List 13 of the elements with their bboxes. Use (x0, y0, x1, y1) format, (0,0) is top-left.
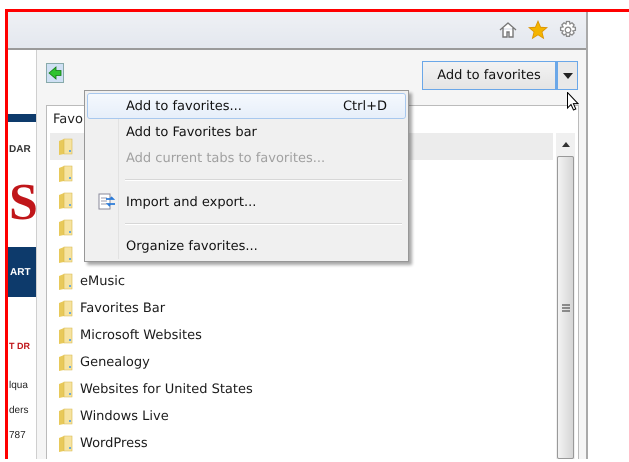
page-text: ders (9, 404, 28, 417)
page-text: DAR (9, 144, 31, 155)
logo-letter: S (9, 177, 36, 229)
banner-text: ART (10, 266, 31, 278)
page-text: 787 (9, 429, 26, 442)
menu-item-label: Add to favorites... (126, 98, 243, 114)
shortcut-text: Ctrl+D (342, 98, 387, 114)
menu-item-label: Import and export... (126, 194, 258, 210)
menu-item-label: Add to Favorites bar (126, 124, 258, 140)
headline-text: T DR (9, 341, 30, 351)
menu-item-label: Organize favorites... (126, 238, 259, 254)
page-text: lqua (9, 379, 28, 392)
menu-item-label: Add current tabs to favorites... (126, 150, 326, 166)
